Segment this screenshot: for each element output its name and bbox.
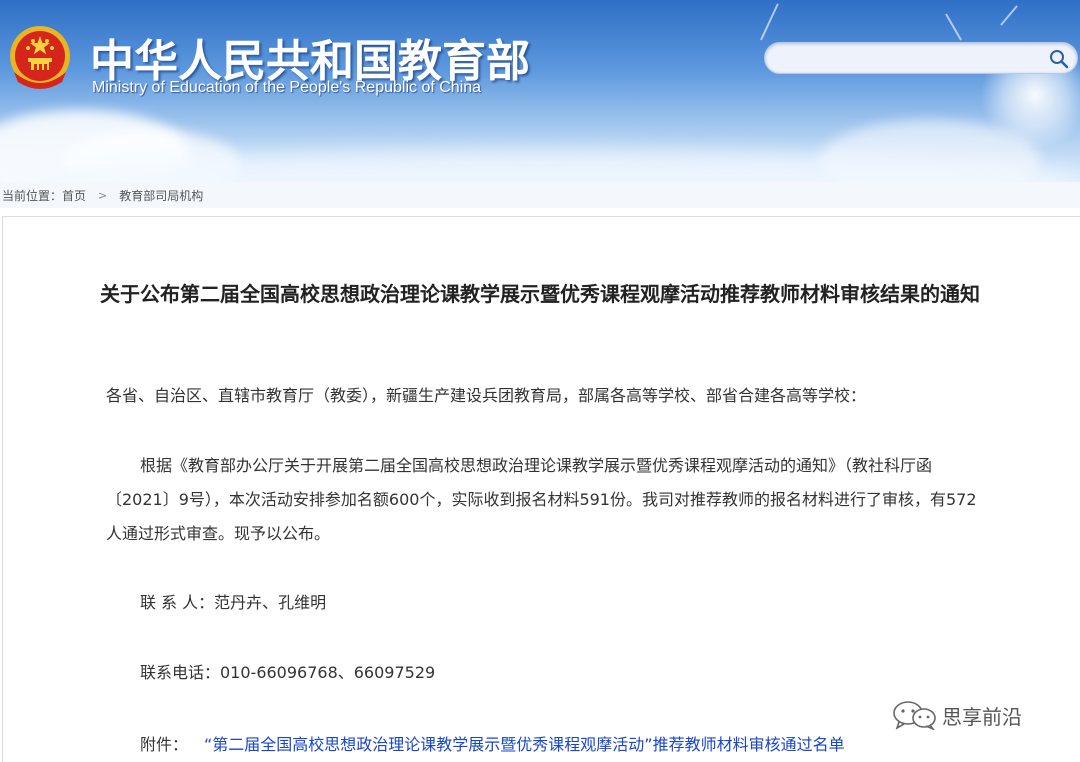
article-body-paragraph: 根据《教育部办公厅关于开展第二届全国高校思想政治理论课教学展示暨优秀课程观摩活动… xyxy=(106,456,977,543)
chevron-right-icon: > xyxy=(98,188,108,202)
contact-person: 联 系 人：范丹卉、孔维明 xyxy=(140,593,327,612)
site-title-english: Ministry of Education of the People's Re… xyxy=(92,79,482,96)
attachment-label: 附件： xyxy=(140,735,189,754)
search-input[interactable] xyxy=(779,48,1039,68)
attachment-link[interactable]: “第二届全国高校思想政治理论课教学展示暨优秀课程观摩活动”推荐教师材料审核通过名… xyxy=(204,735,845,754)
attachment-line: 附件： “第二届全国高校思想政治理论课教学展示暨优秀课程观摩活动”推荐教师材料审核… xyxy=(140,728,1020,762)
breadcrumb-department-link[interactable]: 教育部司局机构 xyxy=(119,187,203,204)
search-box[interactable] xyxy=(764,42,1078,74)
wechat-watermark: 思享前沿 xyxy=(890,700,1022,731)
contact-phone: 联系电话：010-66096768、66097529 xyxy=(140,663,436,682)
breadcrumb-home-link[interactable]: 首页 xyxy=(62,187,86,204)
article-title: 关于公布第二届全国高校思想政治理论课教学展示暨优秀课程观摩活动推荐教师材料审核结… xyxy=(100,282,980,306)
seed-decoration xyxy=(760,3,779,41)
seed-decoration xyxy=(1000,5,1018,26)
wechat-icon xyxy=(890,700,938,731)
breadcrumb: 当前位置： 首页 > 教育部司局机构 xyxy=(0,182,1080,208)
breadcrumb-prefix: 当前位置： xyxy=(2,188,63,203)
seed-decoration xyxy=(945,13,962,41)
national-emblem-icon[interactable] xyxy=(4,22,76,94)
site-header: 中华人民共和国教育部 Ministry of Education of the … xyxy=(0,0,1080,182)
watermark-text: 思享前沿 xyxy=(942,704,1022,729)
article-salutation: 各省、自治区、直辖市教育厅（教委），新疆生产建设兵团教育局，部属各高等学校、部省… xyxy=(106,386,867,405)
search-icon[interactable] xyxy=(1049,49,1069,69)
